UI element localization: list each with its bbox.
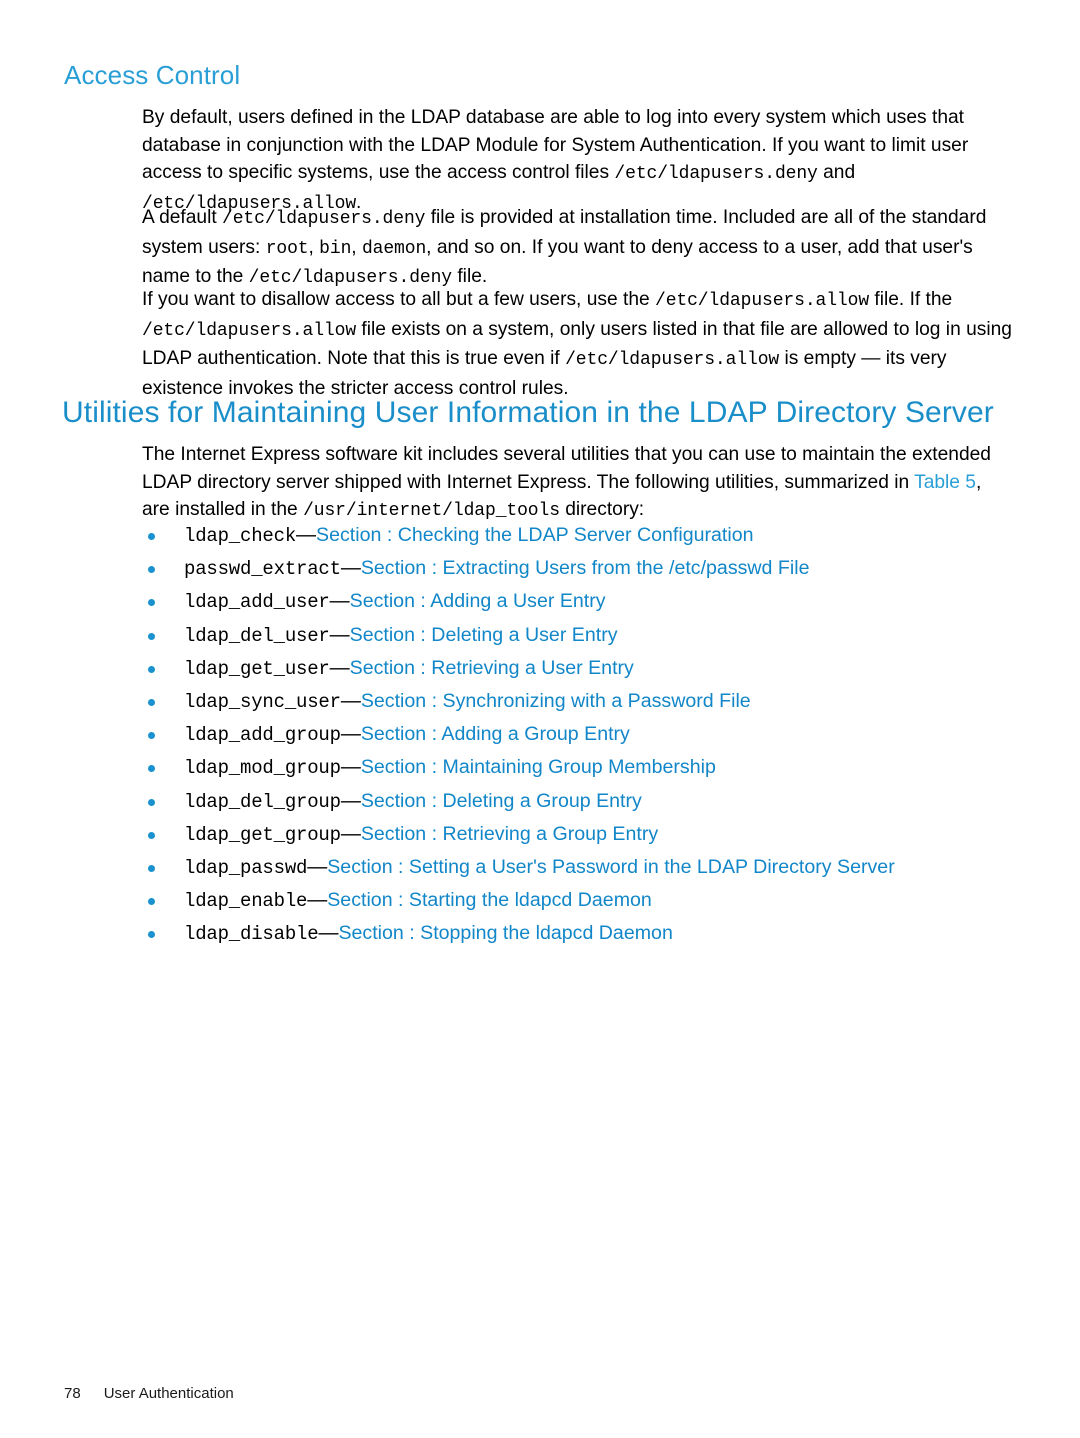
list-item: ldap_add_group—Section : Adding a Group … [142,718,1022,751]
em-dash-separator: — [329,656,350,679]
paragraph-utilities-intro: The Internet Express software kit includ… [142,441,1014,526]
link-section-reference[interactable]: Section : Checking the LDAP Server Confi… [316,524,753,546]
em-dash-separator: — [340,822,361,845]
list-item: ldap_enable—Section : Starting the ldapc… [142,884,1022,917]
utility-command-name: ldap_check [184,525,297,547]
paragraph-text: file. If the [869,289,953,310]
link-section-reference[interactable]: Section : Synchronizing with a Password … [361,690,751,712]
bullet-icon [148,566,155,574]
link-section-reference[interactable]: Section : Deleting a Group Entry [361,790,642,812]
em-dash-separator: — [318,922,339,945]
bullet-icon [148,864,155,872]
paragraph-deny-file: A default /etc/ldapusers.deny file is pr… [142,204,1014,293]
link-section-reference[interactable]: Section : Deleting a User Entry [350,624,618,646]
inline-code-user: bin [319,238,352,259]
link-section-reference[interactable]: Section : Adding a Group Entry [361,723,630,745]
list-item: ldap_get_group—Section : Retrieving a Gr… [142,818,1022,851]
utility-command-name: ldap_del_group [184,790,341,813]
em-dash-separator: — [329,623,350,646]
list-item: ldap_del_group—Section : Deleting a Grou… [142,785,1022,818]
utility-command-name: ldap_get_user [184,657,330,680]
link-table-5[interactable]: Table 5 [914,472,976,493]
inline-code-user: root [265,238,309,259]
list-item: passwd_extract—Section : Extracting User… [142,552,1022,585]
paragraph-text: and [817,162,856,184]
document-page: Access Control By default, users defined… [0,0,1080,1438]
utility-command-name: ldap_del_user [184,624,330,647]
bullet-icon [148,599,155,607]
inline-code-path: /etc/ldapusers.deny [222,209,426,229]
list-item: ldap_get_user—Section : Retrieving a Use… [142,652,1022,685]
link-section-reference[interactable]: Section : Adding a User Entry [350,590,606,612]
inline-code-user: daemon [361,238,427,259]
paragraph-allow-file: If you want to disallow access to all bu… [142,286,1014,402]
utility-command-name: ldap_add_user [184,591,330,614]
em-dash-separator: — [340,723,361,746]
inline-code-path: /etc/ldapusers.allow [142,320,357,341]
link-section-reference[interactable]: Section : Extracting Users from the /etc… [361,557,810,579]
paragraph-text: If you want to disallow access to all bu… [142,289,655,310]
em-dash-separator: — [340,789,361,812]
utility-command-name: passwd_extract [184,558,341,581]
utility-command-name: ldap_add_group [184,724,341,747]
list-item: ldap_del_user—Section : Deleting a User … [142,619,1022,652]
paragraph-text: , [308,236,320,258]
utility-command-name: ldap_mod_group [184,757,341,780]
link-section-reference[interactable]: Section : Setting a User's Password in t… [327,856,894,878]
bullet-icon [148,831,155,839]
link-section-reference[interactable]: Section : Starting the ldapcd Daemon [327,889,652,911]
bullet-icon [148,931,155,939]
utilities-list: ldap_check—Section : Checking the LDAP S… [142,519,1022,950]
list-item: ldap_mod_group—Section : Maintaining Gro… [142,751,1022,784]
em-dash-separator: — [307,855,328,878]
footer-page-number: 78 [64,1385,81,1402]
paragraph-text: , [351,236,362,258]
utility-command-name: ldap_sync_user [184,690,341,713]
bullet-icon [148,698,155,706]
inline-code-path: /etc/ldapusers.allow [565,350,780,371]
link-section-reference[interactable]: Section : Stopping the ldapcd Daemon [338,922,672,944]
em-dash-separator: — [340,756,361,779]
paragraph-text: A default [142,207,223,228]
inline-code-path: /etc/ldapusers.deny [614,164,818,185]
paragraph-text: The Internet Express software kit includ… [142,444,991,493]
bullet-icon [148,798,155,806]
utility-command-name: ldap_enable [184,890,308,913]
utility-command-name: ldap_passwd [184,856,308,879]
bullet-icon [148,665,155,673]
em-dash-separator: — [307,889,328,912]
section-heading-access-control: Access Control [64,60,241,90]
bullet-icon [148,765,155,773]
bullet-icon [148,533,155,540]
page-footer: 78 User Authentication [64,1385,234,1402]
list-item: ldap_passwd—Section : Setting a User's P… [142,851,1022,884]
bullet-icon [148,898,155,906]
utility-command-name: ldap_disable [184,923,319,946]
em-dash-separator: — [329,590,350,613]
inline-code-path: /etc/ldapusers.allow [655,291,870,311]
em-dash-separator: — [340,689,361,712]
bullet-icon [148,632,155,640]
em-dash-separator: — [296,524,317,546]
paragraph-access-default: By default, users defined in the LDAP da… [142,104,1014,218]
list-item: ldap_disable—Section : Stopping the ldap… [142,917,1022,950]
paragraph-text: file. [452,266,488,288]
utility-command-name: ldap_get_group [184,823,341,846]
paragraph-text: directory: [559,499,645,521]
link-section-reference[interactable]: Section : Retrieving a User Entry [350,657,634,679]
list-item: ldap_check—Section : Checking the LDAP S… [142,519,1022,552]
section-heading-utilities: Utilities for Maintaining User Informati… [62,396,994,429]
link-section-reference[interactable]: Section : Maintaining Group Membership [361,756,716,778]
footer-chapter-title: User Authentication [103,1385,234,1402]
list-item: ldap_sync_user—Section : Synchronizing w… [142,685,1022,718]
em-dash-separator: — [340,557,361,580]
list-item: ldap_add_user—Section : Adding a User En… [142,585,1022,618]
bullet-icon [148,732,155,740]
link-section-reference[interactable]: Section : Retrieving a Group Entry [361,823,658,845]
